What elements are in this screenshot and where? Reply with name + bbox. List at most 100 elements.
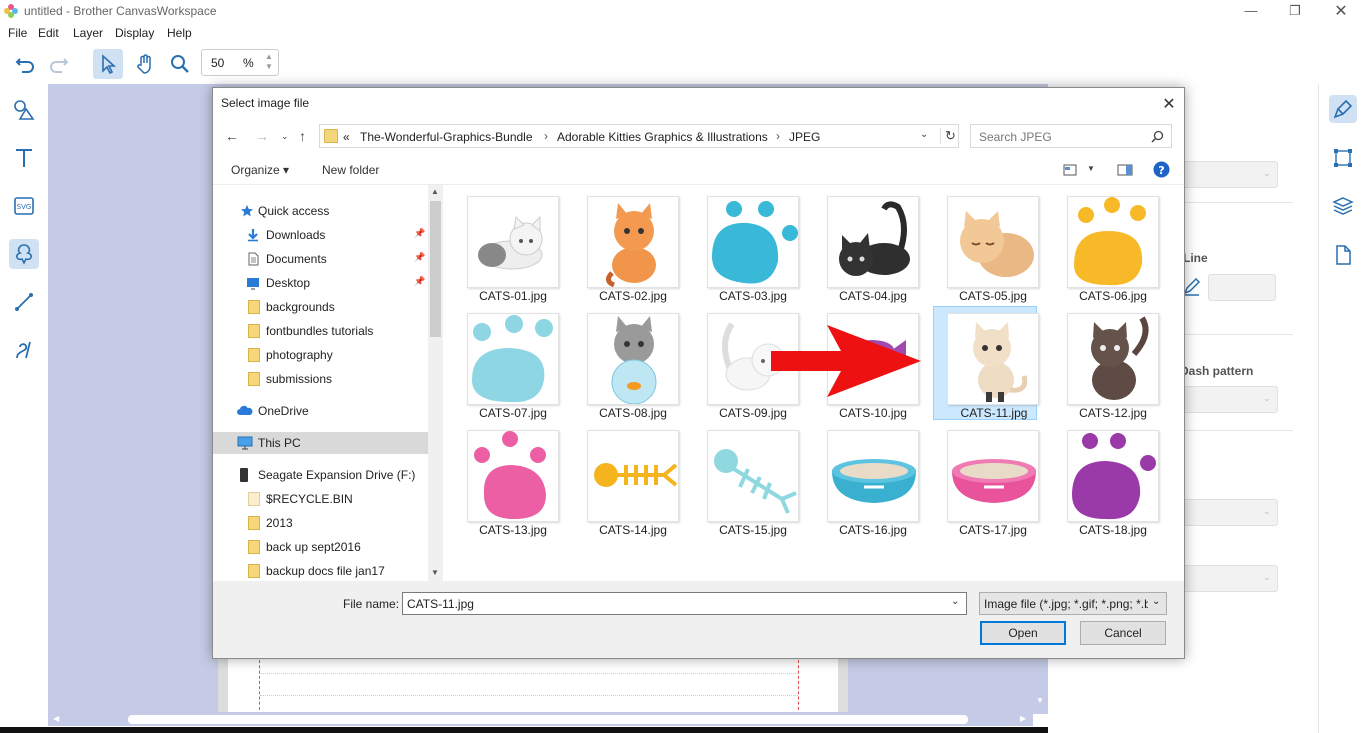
scroll-up-icon[interactable]: ▲ [431,187,439,196]
menu-edit[interactable]: Edit [38,26,59,40]
search-input[interactable]: Search JPEG [979,130,1052,144]
address-bar[interactable]: « The-Wonderful-Graphics-Bundle › Adorab… [319,124,959,148]
breadcrumb-item[interactable]: The-Wonderful-Graphics-Bundle [360,130,533,144]
zoom-stepper[interactable]: 50 % ▲ ▼ [201,49,279,76]
file-item[interactable]: CATS-17.jpg [933,423,1039,537]
nav-item-this-pc[interactable]: This PC [213,432,428,454]
menu-help[interactable]: Help [167,26,192,40]
nav-item-backgrounds[interactable]: backgrounds [213,296,428,318]
nav-scrollbar[interactable]: ▲ ▼ [428,185,443,581]
chevron-down-icon[interactable]: ⌄ [1152,596,1160,607]
chevron-down-icon[interactable]: ⌄ [951,596,959,607]
file-type-select[interactable]: Image file (*.jpg; *.gif; *.png; *.b ⌄ [979,592,1167,615]
file-item[interactable]: CATS-12.jpg [1053,306,1159,420]
nav-item-onedrive[interactable]: OneDrive [213,400,428,422]
help-icon[interactable]: ? [1153,161,1170,178]
nav-item-quick-access[interactable]: Quick access [213,200,428,222]
close-icon[interactable]: ✕ [1326,1,1356,21]
file-item[interactable]: CATS-03.jpg [693,189,799,303]
scroll-down-icon[interactable]: ▼ [1036,696,1044,705]
nav-item-back-up-sept2016[interactable]: back up sept2016 [213,536,428,558]
breadcrumb-overflow[interactable]: « [343,130,350,144]
zoom-tool-icon[interactable] [165,49,195,79]
pin-icon[interactable]: 📌 [414,276,425,287]
file-type-value[interactable]: Image file (*.jpg; *.gif; *.png; *.b [984,597,1148,611]
chevron-right-icon[interactable]: › [776,129,780,143]
horizontal-scroll-thumb[interactable] [128,715,968,724]
search-icon[interactable] [1151,130,1164,143]
recent-locations-icon[interactable]: ⌄ [281,131,289,142]
nav-item-2013[interactable]: 2013 [213,512,428,534]
dialog-close-icon[interactable]: ✕ [1159,94,1179,114]
file-name-input[interactable]: CATS-11.jpg ⌄ [402,592,967,615]
line-width-field[interactable] [1208,274,1276,301]
file-item-selected[interactable]: CATS-11.jpg [933,306,1039,420]
file-item[interactable]: CATS-14.jpg [573,423,679,537]
pin-icon[interactable]: 📌 [414,228,425,239]
paint-brush-icon[interactable] [1329,95,1357,123]
nav-item-recycle-bin[interactable]: $RECYCLE.BIN [213,488,428,510]
new-folder-button[interactable]: New folder [322,163,379,177]
file-item[interactable]: CATS-16.jpg [813,423,919,537]
nav-scroll-thumb[interactable] [430,201,441,337]
select-tool-icon[interactable] [93,49,123,79]
canvas-horizontal-scrollbar[interactable]: ◀ ▶ [48,712,1033,726]
transform-icon[interactable] [1329,144,1357,172]
nav-item-submissions[interactable]: submissions [213,368,428,390]
trace-tool-icon[interactable] [9,239,39,269]
minimize-icon[interactable]: — [1236,3,1266,18]
nav-item-desktop[interactable]: Desktop 📌 [213,272,428,294]
shapes-tool-icon[interactable] [9,95,39,125]
search-box[interactable]: Search JPEG [970,124,1172,148]
file-item[interactable]: CATS-08.jpg [573,306,679,420]
preview-pane-icon[interactable] [1117,164,1133,176]
file-item[interactable]: CATS-05.jpg [933,189,1039,303]
nav-item-fontbundles-tutorials[interactable]: fontbundles tutorials [213,320,428,342]
layers-icon[interactable] [1329,192,1357,220]
nav-item-downloads[interactable]: Downloads 📌 [213,224,428,246]
nav-item-backup-docs-file[interactable]: backup docs file jan17 [213,560,428,582]
breadcrumb-item[interactable]: Adorable Kitties Graphics & Illustration… [557,130,768,144]
file-name-value[interactable]: CATS-11.jpg [407,597,474,611]
file-item[interactable]: CATS-18.jpg [1053,423,1159,537]
open-button[interactable]: Open [980,621,1066,645]
pin-icon[interactable]: 📌 [414,252,425,263]
line-tool-icon[interactable] [9,287,39,317]
file-item[interactable]: CATS-02.jpg [573,189,679,303]
view-options-icon[interactable] [1063,164,1077,176]
file-item[interactable]: CATS-01.jpg [453,189,559,303]
redo-icon[interactable] [44,49,74,79]
menu-layer[interactable]: Layer [73,26,103,40]
cancel-button[interactable]: Cancel [1080,621,1166,645]
forward-arrow-icon[interactable]: → [255,128,269,144]
menu-file[interactable]: File [8,26,27,40]
zoom-spinner[interactable]: ▲ ▼ [262,52,276,74]
file-item[interactable]: CATS-07.jpg [453,306,559,420]
scroll-left-icon[interactable]: ◀ [53,714,59,723]
file-item[interactable]: CATS-13.jpg [453,423,559,537]
address-dropdown-icon[interactable]: ⌄ [920,129,928,140]
cutting-mat[interactable] [218,655,848,715]
up-folder-icon[interactable]: ↑ [299,128,306,144]
scroll-right-icon[interactable]: ▶ [1020,714,1026,723]
nav-item-photography[interactable]: photography [213,344,428,366]
restore-icon[interactable]: ❐ [1280,3,1310,19]
chevron-right-icon[interactable]: › [544,129,548,143]
file-item[interactable]: CATS-15.jpg [693,423,799,537]
menu-display[interactable]: Display [115,26,154,40]
page-icon[interactable] [1329,241,1357,269]
file-item[interactable]: CATS-06.jpg [1053,189,1159,303]
refresh-icon[interactable]: ↻ [940,128,956,144]
svg-import-icon[interactable]: SVG [9,191,39,221]
nav-item-seagate-drive[interactable]: Seagate Expansion Drive (F:) [213,464,428,486]
freehand-tool-icon[interactable] [9,335,39,365]
undo-icon[interactable] [10,49,40,79]
breadcrumb-item[interactable]: JPEG [789,130,820,144]
file-item[interactable]: CATS-04.jpg [813,189,919,303]
organize-button[interactable]: Organize ▾ [231,163,289,177]
back-arrow-icon[interactable]: ← [225,128,239,144]
nav-item-documents[interactable]: Documents 📌 [213,248,428,270]
view-dropdown-icon[interactable]: ▼ [1087,164,1095,173]
text-tool-icon[interactable] [9,143,39,173]
zoom-value[interactable]: 50 [211,56,224,70]
